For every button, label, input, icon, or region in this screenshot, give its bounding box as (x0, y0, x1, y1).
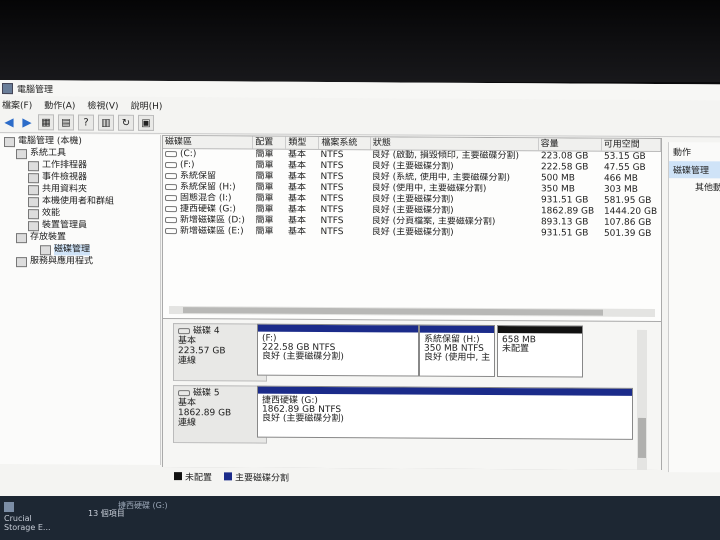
export-list-icon[interactable]: ▣ (138, 114, 154, 131)
col-capacity[interactable]: 容量 (538, 138, 602, 151)
legend-swatch-unallocated (174, 472, 182, 481)
tree-item-system-tools[interactable]: 系統工具 (16, 148, 66, 159)
toolbar: ◀ ▶ ▦ ▤ ? ▥ ↻ ▣ (0, 112, 720, 138)
tree-item-shared-folders[interactable]: 共用資料夾 (28, 184, 87, 195)
tree-item-task-scheduler[interactable]: 工作排程器 (28, 160, 87, 171)
legend-primary: 主要磁碟分割 (235, 472, 290, 484)
horizontal-scroll-thumb[interactable] (183, 307, 603, 316)
back-arrow-icon[interactable]: ◀ (2, 115, 16, 129)
performance-icon (28, 208, 39, 219)
partition-unallocated[interactable]: 658 MB 未配置 (497, 325, 583, 378)
help-icon[interactable]: ? (78, 114, 94, 131)
menu-help[interactable]: 說明(H) (131, 98, 163, 111)
device-icon (28, 220, 39, 231)
legend-unallocated: 未配置 (185, 472, 213, 483)
disk-icon (178, 389, 190, 396)
actions-pane: 動作 磁碟管理 其他動作 (668, 142, 720, 473)
tree-item-disk-management[interactable]: 磁碟管理 (40, 244, 91, 256)
volume-icon (165, 161, 177, 168)
show-tree-icon[interactable]: ▤ (58, 114, 74, 131)
tools-icon (16, 148, 27, 159)
legend-swatch-primary (224, 472, 233, 481)
tree-item-performance[interactable]: 效能 (28, 208, 60, 219)
properties-icon[interactable]: ▥ (98, 114, 114, 131)
volume-icon (165, 150, 177, 157)
crucial-app-icon (4, 502, 14, 512)
tree-item-storage[interactable]: 存放裝置 (16, 232, 66, 243)
app-icon (2, 82, 13, 94)
volume-icon (165, 216, 177, 223)
clock-icon (28, 160, 39, 171)
actions-more[interactable]: 其他動作 (669, 178, 720, 193)
tree-item-local-users-groups[interactable]: 本機使用者和群組 (28, 196, 114, 208)
tree-item-event-viewer[interactable]: 事件檢視器 (28, 172, 87, 183)
vertical-scrollbar[interactable] (637, 329, 647, 470)
folder-icon (28, 184, 39, 195)
volume-row[interactable]: 新增磁碟區 (E:) 簡單 基本 NTFS 良好 (主要磁碟分割) 931.51… (163, 226, 661, 240)
volume-icon (165, 227, 177, 234)
legend: 未配置 主要磁碟分割 (162, 469, 660, 486)
disk-4-label[interactable]: 磁碟 4 基本 223.57 GB 連線 (173, 323, 267, 382)
partition-h[interactable]: 系統保留 (H:) 350 MB NTFS 良好 (使用中, 主 (419, 324, 495, 378)
volume-icon (165, 183, 177, 190)
navigation-tree: 電腦管理 (本機) 系統工具 工作排程器 事件檢視器 共用資料夾 本機使用者和群… (0, 134, 161, 465)
up-folder-icon[interactable]: ▦ (38, 114, 54, 131)
disk-icon (178, 327, 190, 334)
menu-view[interactable]: 檢視(V) (87, 98, 118, 111)
window-title: 電腦管理 (17, 84, 54, 95)
tree-item-computer-management[interactable]: 電腦管理 (本機) (4, 136, 82, 147)
users-icon (28, 196, 39, 207)
tree-item-device-manager[interactable]: 裝置管理員 (28, 220, 87, 231)
storage-icon (16, 232, 27, 243)
taskbar: Crucial Storage E... 捷西硬碟 (G:) 13 個項目 (0, 496, 720, 540)
volume-icon (165, 172, 177, 179)
disk-graphical-view: 磁碟 4 基本 223.57 GB 連線 (F:) 222.58 GB NTFS… (163, 317, 661, 471)
partition-f[interactable]: (F:) 222.58 GB NTFS 良好 (主要磁碟分割) (257, 323, 419, 377)
refresh-icon[interactable]: ↻ (118, 114, 134, 131)
volume-icon (165, 205, 177, 212)
tree-item-services-applications[interactable]: 服務與應用程式 (16, 256, 93, 267)
col-layout[interactable]: 配置 (253, 136, 287, 149)
actions-title: 動作 (673, 148, 692, 159)
disk-management-pane: 磁碟區 配置 類型 檔案系統 狀態 容量 可用空間 (C:) 簡單 基本 NTF… (162, 134, 662, 471)
col-volume[interactable]: 磁碟區 (163, 135, 254, 149)
item-count: 13 個項目 (88, 509, 125, 518)
taskbar-crucial-storage[interactable]: Crucial Storage E... (4, 502, 54, 532)
partition-g[interactable]: 捷西硬碟 (G:) 1862.89 GB NTFS 良好 (主要磁碟分割) (257, 385, 633, 440)
disk-5-label[interactable]: 磁碟 5 基本 1862.89 GB 連線 (173, 385, 267, 444)
taskbar-file-label: 捷西硬碟 (G:) (118, 501, 168, 510)
volume-icon (165, 194, 177, 201)
col-status[interactable]: 狀態 (370, 137, 539, 151)
col-type[interactable]: 類型 (286, 136, 320, 149)
col-free-space[interactable]: 可用空間 (601, 138, 661, 152)
services-icon (16, 256, 27, 267)
event-icon (28, 172, 39, 183)
actions-disk-management[interactable]: 磁碟管理 (669, 161, 720, 179)
horizontal-scrollbar[interactable] (169, 306, 655, 318)
vertical-scroll-thumb[interactable] (638, 417, 646, 458)
computer-management-window: 電腦管理 檔案(F) 動作(A) 檢視(V) 說明(H) ◀ ▶ ▦ ▤ ? ▥… (0, 80, 720, 503)
computer-icon (4, 136, 15, 147)
disk-icon (40, 244, 51, 255)
col-file-system[interactable]: 檔案系統 (319, 136, 371, 150)
menu-action[interactable]: 動作(A) (44, 98, 75, 111)
monitor-bezel (0, 0, 720, 82)
forward-arrow-icon[interactable]: ▶ (20, 115, 34, 129)
menu-file[interactable]: 檔案(F) (2, 98, 32, 111)
